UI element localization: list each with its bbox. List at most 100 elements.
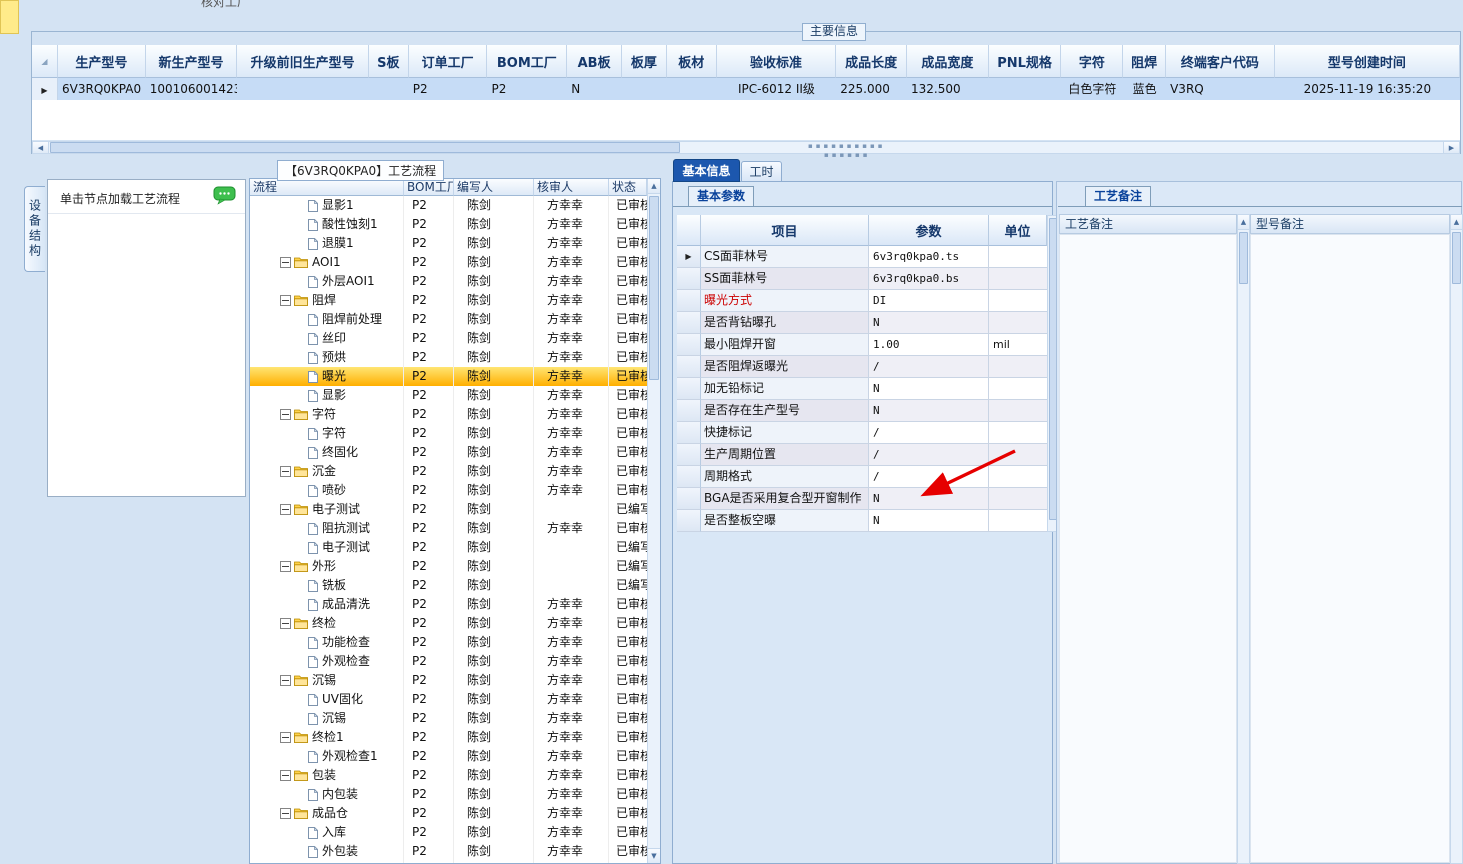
- tree-node[interactable]: 外包装: [250, 842, 404, 861]
- collapse-toggle-icon[interactable]: [280, 770, 291, 781]
- tree-node[interactable]: 外层AOI1: [250, 272, 404, 291]
- main-info-cell[interactable]: [237, 78, 369, 100]
- main-info-column-header[interactable]: 字符: [1061, 45, 1124, 78]
- main-info-cell[interactable]: 225.000: [836, 78, 907, 100]
- tree-node[interactable]: 字符: [250, 424, 404, 443]
- tree-node[interactable]: 入库: [250, 823, 404, 842]
- tree-node[interactable]: 成品仓: [250, 804, 404, 823]
- scroll-up-icon[interactable]: ▲: [1238, 215, 1249, 230]
- process-tree-row[interactable]: 出库 P2 陈剑 方幸幸 已审核: [250, 861, 647, 863]
- tree-node[interactable]: 终检1: [250, 728, 404, 747]
- main-info-column-header[interactable]: 新生产型号: [145, 45, 238, 78]
- param-row[interactable]: 曝光方式 DI: [677, 290, 1047, 312]
- collapse-toggle-icon[interactable]: [280, 561, 291, 572]
- main-info-column-header[interactable]: 终端客户代码: [1166, 45, 1275, 78]
- tree-column-header[interactable]: 状态: [609, 179, 647, 196]
- main-info-cell[interactable]: IPC-6012 II级: [717, 78, 837, 100]
- process-tree-row[interactable]: 阻焊 P2 陈剑 方幸幸 已审核: [250, 291, 647, 310]
- tree-node[interactable]: 字符: [250, 405, 404, 424]
- param-row[interactable]: 加无铅标记 N: [677, 378, 1047, 400]
- tree-node[interactable]: 喷砂: [250, 481, 404, 500]
- param-column-header[interactable]: 参数: [869, 215, 989, 246]
- tree-node[interactable]: 外观检查: [250, 652, 404, 671]
- process-tree-row[interactable]: 外包装 P2 陈剑 方幸幸 已审核: [250, 842, 647, 861]
- main-info-selected-row[interactable]: 6V3RQ0KPA010010600142367P2P2NIPC-6012 II…: [32, 78, 1460, 100]
- collapse-toggle-icon[interactable]: [280, 675, 291, 686]
- main-info-column-header[interactable]: 成品长度: [836, 45, 907, 78]
- process-tree-row[interactable]: 功能检查 P2 陈剑 方幸幸 已审核: [250, 633, 647, 652]
- collapse-toggle-icon[interactable]: [280, 257, 291, 268]
- param-value-cell[interactable]: /: [869, 356, 989, 378]
- process-tree-row[interactable]: 沉锡 P2 陈剑 方幸幸 已审核: [250, 709, 647, 728]
- tree-node[interactable]: 外观检查1: [250, 747, 404, 766]
- tree-node[interactable]: 功能检查: [250, 633, 404, 652]
- tree-node[interactable]: 沉金: [250, 462, 404, 481]
- tree-node[interactable]: 沉锡: [250, 671, 404, 690]
- collapse-toggle-icon[interactable]: [280, 618, 291, 629]
- main-info-hscrollbar[interactable]: ◀ ▶: [32, 141, 1460, 154]
- main-info-column-header[interactable]: 订单工厂: [408, 45, 488, 78]
- main-info-column-header[interactable]: 升级前旧生产型号: [237, 45, 369, 78]
- collapse-toggle-icon[interactable]: [280, 466, 291, 477]
- process-tree-row[interactable]: 内包装 P2 陈剑 方幸幸 已审核: [250, 785, 647, 804]
- param-row[interactable]: 是否背钻曝孔 N: [677, 312, 1047, 334]
- param-row[interactable]: 是否阻焊返曝光 /: [677, 356, 1047, 378]
- main-info-cell[interactable]: 白色字符: [1061, 78, 1123, 100]
- main-info-cell[interactable]: 蓝色: [1123, 78, 1166, 100]
- splitter-grip-icon[interactable]: ▪▪▪▪▪▪▪▪▪▪: [808, 143, 885, 150]
- param-column-header[interactable]: 单位: [989, 215, 1047, 246]
- main-info-cell[interactable]: [667, 78, 717, 100]
- model-notes-content[interactable]: [1250, 234, 1450, 863]
- process-tree-row[interactable]: 成品清洗 P2 陈剑 方幸幸 已审核: [250, 595, 647, 614]
- row-marker-header[interactable]: [32, 45, 58, 78]
- main-info-cell[interactable]: P2: [409, 78, 488, 100]
- tree-column-header[interactable]: 编写人: [454, 179, 534, 196]
- process-tree-row[interactable]: 成品仓 P2 陈剑 方幸幸 已审核: [250, 804, 647, 823]
- param-row[interactable]: SS面菲林号 6v3rq0kpa0.bs: [677, 268, 1047, 290]
- model-notes-vscrollbar[interactable]: ▲: [1450, 214, 1463, 864]
- process-tree-row[interactable]: 丝印 P2 陈剑 方幸幸 已审核: [250, 329, 647, 348]
- process-tree-row[interactable]: UV固化 P2 陈剑 方幸幸 已审核: [250, 690, 647, 709]
- main-info-column-header[interactable]: BOM工厂: [487, 45, 568, 78]
- tree-node[interactable]: 预烘: [250, 348, 404, 367]
- process-tree-row[interactable]: 终检 P2 陈剑 方幸幸 已审核: [250, 614, 647, 633]
- tree-node[interactable]: 电子测试: [250, 538, 404, 557]
- tree-node[interactable]: 退膜1: [250, 234, 404, 253]
- param-column-header[interactable]: 项目: [701, 215, 869, 246]
- notes-vscrollbar-thumb[interactable]: [1239, 232, 1248, 284]
- process-tree-row[interactable]: 外观检查 P2 陈剑 方幸幸 已审核: [250, 652, 647, 671]
- process-tree-row[interactable]: 显影 P2 陈剑 方幸幸 已审核: [250, 386, 647, 405]
- process-tree-row[interactable]: 曝光 P2 陈剑 方幸幸 已审核: [250, 367, 647, 386]
- param-row[interactable]: 是否整板空曝 N: [677, 510, 1047, 532]
- tree-node[interactable]: 阻焊前处理: [250, 310, 404, 329]
- process-tree-row[interactable]: 显影1 P2 陈剑 方幸幸 已审核: [250, 196, 647, 215]
- collapse-toggle-icon[interactable]: [280, 504, 291, 515]
- tree-node[interactable]: 终固化: [250, 443, 404, 462]
- tree-node[interactable]: 曝光: [250, 367, 404, 386]
- tree-node[interactable]: 丝印: [250, 329, 404, 348]
- scroll-left-icon[interactable]: ◀: [33, 142, 49, 153]
- tree-node[interactable]: 显影1: [250, 196, 404, 215]
- process-tree-row[interactable]: 沉锡 P2 陈剑 方幸幸 已审核: [250, 671, 647, 690]
- tree-node[interactable]: 酸性蚀刻1: [250, 215, 404, 234]
- tree-node[interactable]: 内包装: [250, 785, 404, 804]
- collapse-toggle-icon[interactable]: [280, 808, 291, 819]
- main-info-cell[interactable]: 2025-11-19 16:35:20: [1275, 78, 1460, 100]
- tree-node[interactable]: 出库: [250, 861, 404, 863]
- collapse-toggle-icon[interactable]: [280, 732, 291, 743]
- process-notes-vscrollbar[interactable]: ▲: [1237, 214, 1250, 864]
- main-info-column-header[interactable]: S板: [368, 45, 409, 78]
- hscrollbar-thumb[interactable]: [50, 142, 680, 153]
- param-row[interactable]: 是否存在生产型号 N: [677, 400, 1047, 422]
- tab-working-hours[interactable]: 工时: [741, 161, 782, 182]
- tree-node[interactable]: 电子测试: [250, 500, 404, 519]
- process-tree-row[interactable]: 终检1 P2 陈剑 方幸幸 已审核: [250, 728, 647, 747]
- tree-column-header[interactable]: BOM工厂: [404, 179, 454, 196]
- process-tree-row[interactable]: 包装 P2 陈剑 方幸幸 已审核: [250, 766, 647, 785]
- process-tree-row[interactable]: 阻抗测试 P2 陈剑 方幸幸 已审核: [250, 519, 647, 538]
- process-tree-row[interactable]: 退膜1 P2 陈剑 方幸幸 已审核: [250, 234, 647, 253]
- subtab-basic-params[interactable]: 基本参数: [688, 186, 755, 207]
- main-info-cell[interactable]: N: [567, 78, 622, 100]
- param-value-cell[interactable]: 6v3rq0kpa0.bs: [869, 268, 989, 290]
- tab-process-notes[interactable]: 工艺备注: [1085, 186, 1152, 207]
